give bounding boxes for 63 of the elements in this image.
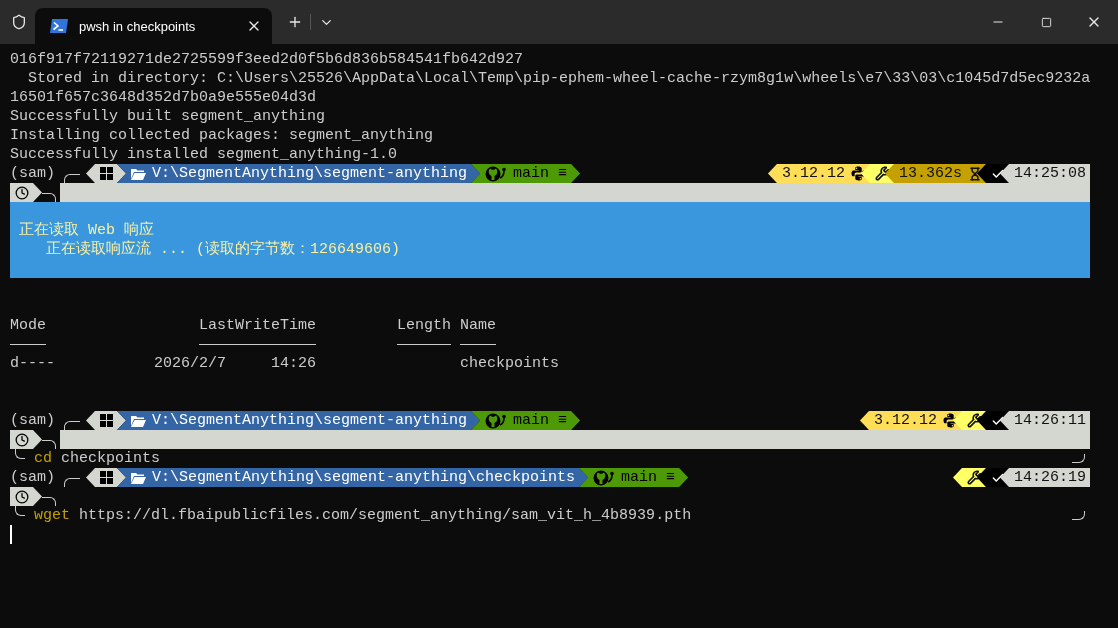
env-name: (sam) <box>10 164 56 183</box>
branch-text: main ≡ <box>513 411 568 430</box>
branch-text: main ≡ <box>513 164 568 183</box>
column-header: Mode <box>10 316 46 335</box>
time-text: 14:26:19 <box>1014 468 1086 487</box>
new-tab-icon[interactable] <box>287 14 303 30</box>
wrench-icon <box>967 470 982 485</box>
clock-icon <box>15 489 29 504</box>
terminal-icon <box>49 18 69 34</box>
cat-branch-icon <box>485 412 508 429</box>
output-line: 16501f657c3648d352d7b0a9e555e04d3d <box>10 88 317 107</box>
env-name: (sam) <box>10 411 56 430</box>
duration-text: 13.362s <box>898 164 962 183</box>
line-end-corner <box>1072 510 1085 521</box>
clock-icon <box>15 185 29 200</box>
clock-icon <box>15 432 29 447</box>
path-text: V:\SegmentAnything\segment-anything\checkpoints <box>152 468 576 487</box>
terminal-tab[interactable]: pwsh in checkpoints <box>35 8 272 44</box>
table-cell: 2026/2/7 <box>154 354 227 373</box>
path-text: V:\SegmentAnything\segment-anything <box>152 164 468 183</box>
command-args: checkpoints <box>61 449 161 468</box>
time-text: 14:25:08 <box>1014 164 1086 183</box>
folder-icon <box>131 167 146 180</box>
folder-icon <box>131 414 146 427</box>
python-version: 3.12.12 <box>781 164 845 183</box>
text-cursor <box>10 525 12 544</box>
command-name: wget <box>34 506 70 525</box>
prompt-connector <box>42 439 56 449</box>
progress-text: 正在读取 Web 响应 <box>19 222 154 239</box>
column-header: Length <box>397 316 452 335</box>
output-line: Successfully installed segment_anything-1.0 <box>10 145 398 164</box>
column-header: LastWriteTime <box>199 316 317 335</box>
output-line: Installing collected packages: segment_anything <box>10 126 434 145</box>
table-cell: checkpoints <box>460 354 560 373</box>
wrench-icon <box>874 166 890 181</box>
windows-icon <box>100 471 113 484</box>
line-end-corner <box>1072 453 1085 464</box>
output-line: Successfully built segment_anything <box>10 107 326 126</box>
folder-icon <box>131 471 146 484</box>
time-text: 14:26:11 <box>1014 411 1086 430</box>
windows-icon <box>100 167 113 180</box>
command-name: cd <box>34 449 52 468</box>
cat-branch-icon <box>593 469 616 486</box>
cat-branch-icon <box>485 165 508 182</box>
path-text: V:\SegmentAnything\segment-anything <box>152 411 468 430</box>
table-cell: 14:26 <box>271 354 317 373</box>
tab-title: pwsh in checkpoints <box>79 18 196 34</box>
env-name: (sam) <box>10 468 56 487</box>
table-cell: d---- <box>10 354 55 373</box>
maximize-icon[interactable] <box>1040 16 1052 28</box>
hourglass-icon <box>968 166 982 181</box>
output-line: 016f917f72119271de2725599f3eed2d0f5b6d836b584541fb642d927 <box>10 50 524 69</box>
progress-text: 正在读取响应流 ... (读取的字节数：126649606) <box>45 241 401 258</box>
python-version: 3.12.12 <box>873 411 937 430</box>
prompt-connector <box>42 496 56 506</box>
windows-icon <box>100 414 113 427</box>
shield-icon[interactable] <box>11 14 27 30</box>
wrench-icon <box>967 413 982 428</box>
output-line: Stored in directory: C:\Users\25526\AppData\Local\Temp\pip-ephem-wheel-cache-rzym8g1w\wheels\e7\33\03\c1045d7d5ec9232a <box>27 69 1091 88</box>
prompt-connector <box>64 477 80 487</box>
branch-text: main ≡ <box>621 468 676 487</box>
command-args: https://dl.fbaipublicfiles.com/segment_anything/sam_vit_h_4b8939.pth <box>79 506 692 525</box>
column-header: Name <box>460 316 497 335</box>
